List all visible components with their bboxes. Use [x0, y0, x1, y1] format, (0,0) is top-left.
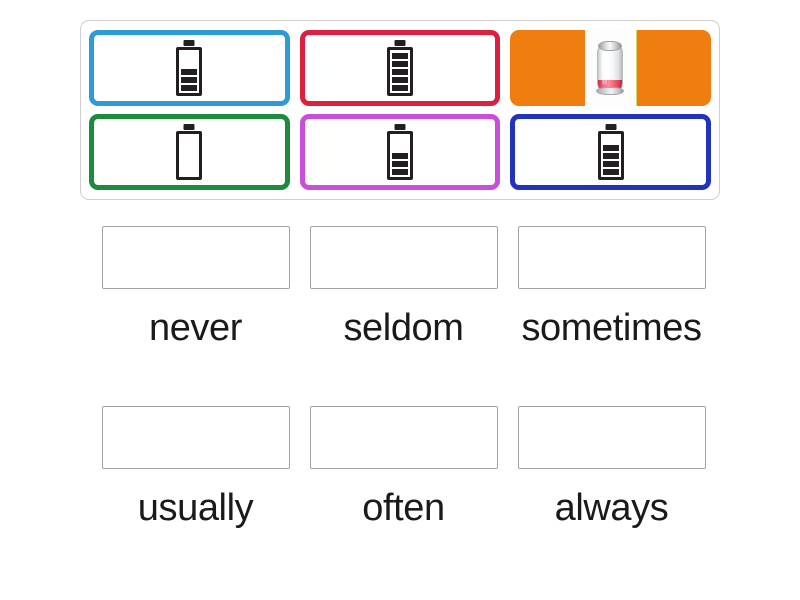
answer-cell-5: often: [306, 405, 501, 529]
battery-shell: [176, 131, 203, 180]
grid-spacer: [98, 349, 293, 406]
battery-bar: [391, 77, 408, 83]
battery-bar: [391, 69, 408, 75]
battery-bar: [391, 169, 408, 175]
battery-cap: [394, 124, 406, 130]
draggable-tile-tray: [80, 20, 720, 200]
draggable-tile-6[interactable]: [510, 114, 711, 190]
draggable-tile-2[interactable]: [299, 30, 501, 106]
battery-shell: [176, 47, 203, 96]
drop-zone-often[interactable]: [309, 405, 498, 469]
answer-label-often: often: [362, 486, 445, 529]
battery-four-bars-icon: [597, 124, 624, 180]
battery-three-bars-icon: [176, 40, 203, 96]
battery-bar: [391, 85, 408, 91]
drop-zone-never[interactable]: [101, 226, 290, 289]
answer-label-always: always: [554, 486, 669, 529]
battery-cap: [598, 41, 623, 51]
battery-gloss-highlight: [602, 49, 608, 85]
activity-canvas: never seldom sometimes usually often alw…: [0, 0, 800, 600]
battery-full-icon: [386, 40, 413, 96]
draggable-tile-1[interactable]: [89, 30, 290, 106]
answer-label-never: never: [148, 307, 243, 349]
battery-cap: [183, 40, 195, 46]
answer-grid: never seldom sometimes usually often alw…: [98, 226, 710, 529]
battery-low-photo-icon: [595, 41, 625, 95]
battery-shell: [597, 131, 624, 180]
answer-cell-3: sometimes: [514, 226, 709, 349]
photo-frame: [584, 30, 637, 106]
battery-cap: [183, 124, 195, 130]
answer-cell-6: always: [514, 405, 709, 529]
battery-bar: [181, 69, 198, 75]
grid-spacer: [514, 349, 709, 406]
drop-zone-usually[interactable]: [101, 405, 290, 469]
battery-empty-icon: [176, 124, 203, 180]
battery-cap: [394, 40, 406, 46]
draggable-tile-4[interactable]: [89, 114, 290, 190]
battery-bar: [391, 161, 408, 167]
drop-zone-sometimes[interactable]: [517, 226, 706, 289]
drop-zone-always[interactable]: [517, 405, 706, 469]
draggable-tile-5[interactable]: [299, 114, 501, 190]
battery-base: [596, 87, 625, 95]
grid-spacer: [306, 349, 501, 406]
battery-body: [597, 46, 624, 90]
answer-label-sometimes: sometimes: [521, 307, 702, 349]
answer-label-usually: usually: [137, 486, 254, 529]
battery-two-bars-icon: [386, 124, 413, 180]
battery-bar: [602, 145, 619, 151]
battery-bar: [181, 85, 198, 91]
draggable-tile-3[interactable]: [510, 30, 711, 106]
battery-bar: [602, 153, 619, 159]
answer-cell-1: never: [98, 226, 293, 349]
battery-bar: [391, 53, 408, 59]
battery-cap: [605, 124, 617, 130]
answer-cell-4: usually: [98, 405, 293, 529]
battery-bar: [391, 153, 408, 159]
battery-shell: [386, 47, 413, 96]
battery-bar: [602, 161, 619, 167]
drop-zone-seldom[interactable]: [309, 226, 498, 289]
battery-bar: [391, 61, 408, 67]
answer-label-seldom: seldom: [343, 307, 464, 349]
battery-bar: [602, 169, 619, 175]
battery-bar: [181, 77, 198, 83]
battery-shell: [386, 131, 413, 180]
answer-cell-2: seldom: [306, 226, 501, 349]
